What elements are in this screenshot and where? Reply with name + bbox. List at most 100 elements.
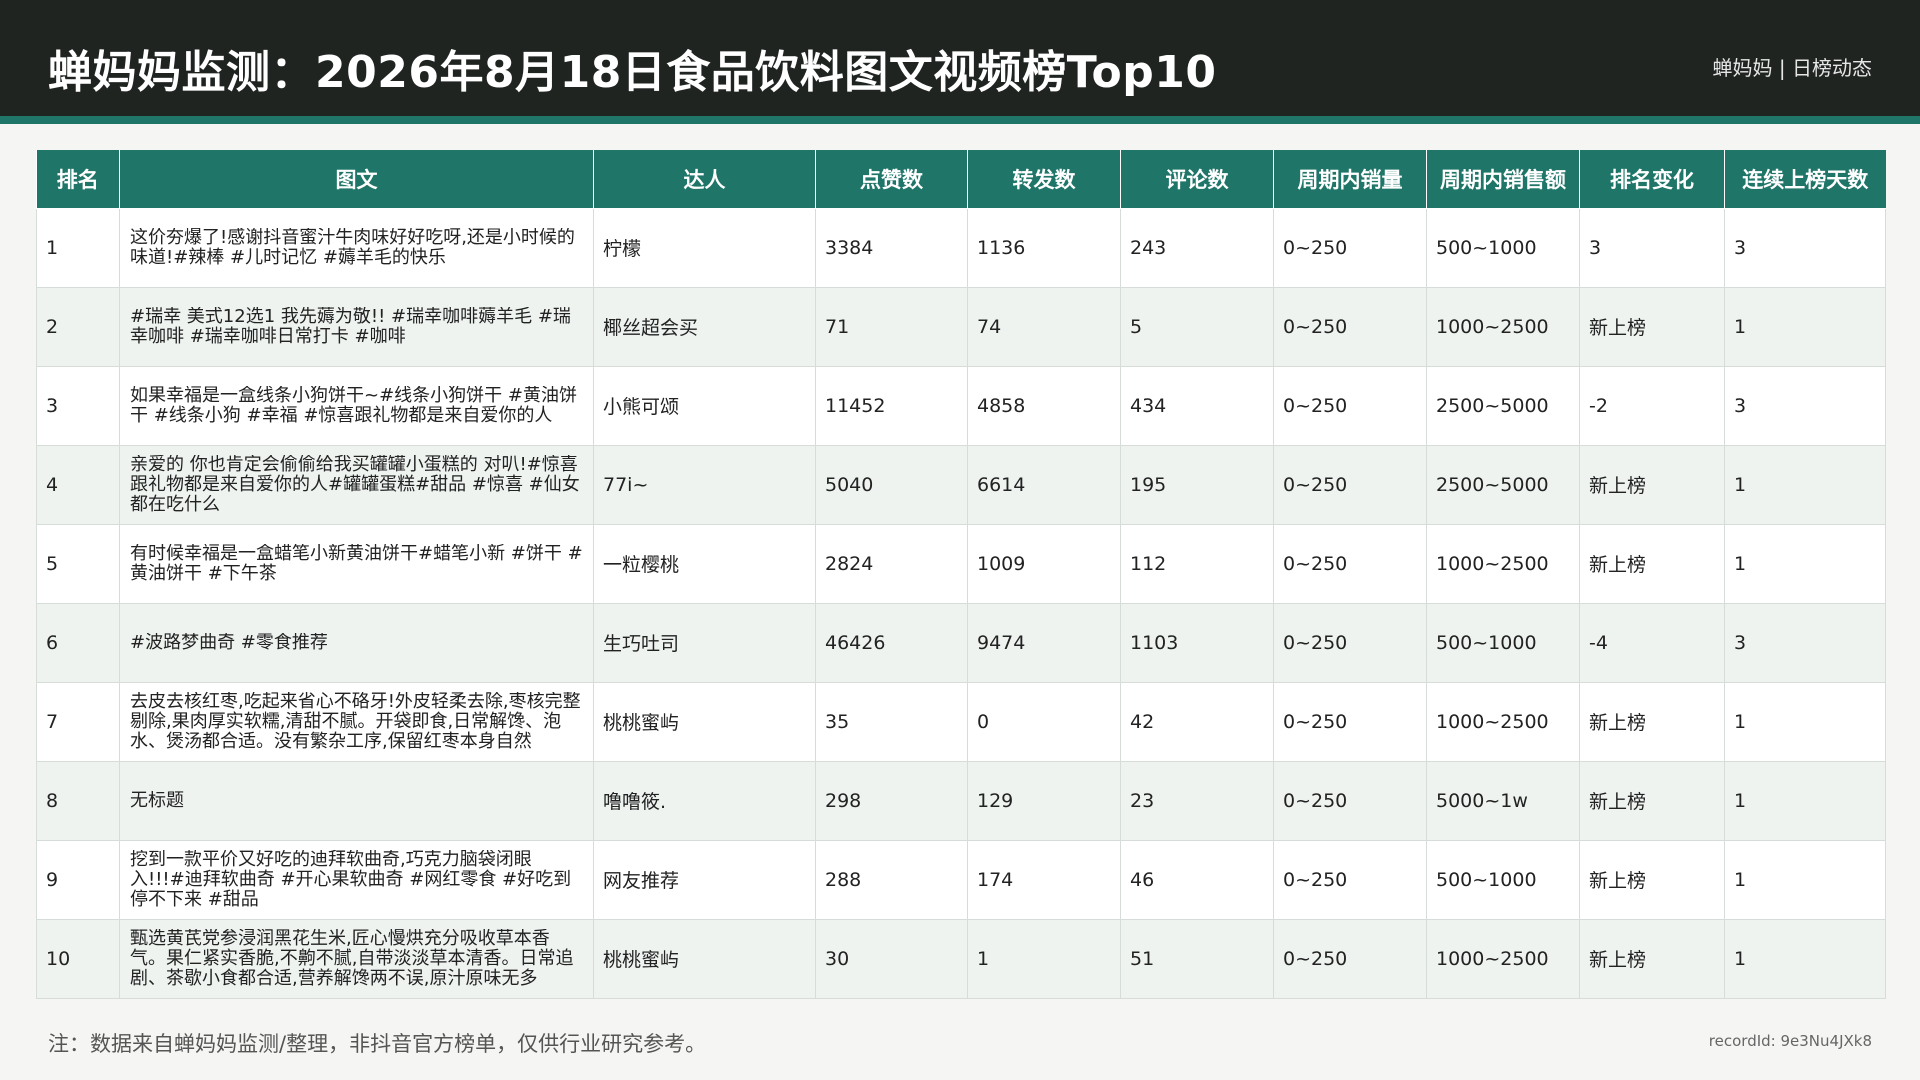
- cell-rank-change: 新上榜: [1579, 761, 1725, 841]
- cell-rank: 3: [36, 366, 120, 446]
- cell-shares: 0: [967, 682, 1121, 762]
- cell-days: 3: [1724, 208, 1886, 288]
- cell-rank: 5: [36, 524, 120, 604]
- cell-comments: 243: [1120, 208, 1274, 288]
- cell-creator: 77i~: [593, 445, 816, 525]
- table-row: 1 这价夯爆了!感谢抖音蜜汁牛肉味好好吃呀,还是小时候的味道!#辣棒 #儿时记忆 …: [36, 208, 1886, 288]
- cell-sales: 500~1000: [1426, 208, 1580, 288]
- cell-days: 3: [1724, 366, 1886, 446]
- cell-volume: 0~250: [1273, 682, 1427, 762]
- cell-rank-change: 新上榜: [1579, 287, 1725, 367]
- cell-rank-change: 3: [1579, 208, 1725, 288]
- cell-shares: 129: [967, 761, 1121, 841]
- table-row: 6 #波路梦曲奇 #零食推荐 生巧吐司 46426 9474 1103 0~250 500~1…: [36, 603, 1886, 683]
- cell-post: 有时候幸福是一盒蜡笔小新黄油饼干#蜡笔小新 #饼干 #黄油饼干 #下午茶: [119, 524, 594, 604]
- post-text: 去皮去核红枣,吃起来省心不硌牙!外皮轻柔去除,枣核完整剔除,果肉厚实软糯,清甜不…: [130, 691, 581, 752]
- cell-volume: 0~250: [1273, 366, 1427, 446]
- cell-rank-change: 新上榜: [1579, 445, 1725, 525]
- cell-creator: 椰丝超会买: [593, 287, 816, 367]
- post-text: 有时候幸福是一盒蜡笔小新黄油饼干#蜡笔小新 #饼干 #黄油饼干 #下午茶: [130, 543, 583, 584]
- cell-post: 这价夯爆了!感谢抖音蜜汁牛肉味好好吃呀,还是小时候的味道!#辣棒 #儿时记忆 #…: [119, 208, 594, 288]
- header-bar: 蝉妈妈监测：2026年8月18日食品饮料图文视频榜Top10 蝉妈妈 | 日榜动…: [0, 0, 1920, 116]
- cell-rank-change: 新上榜: [1579, 919, 1725, 999]
- cell-days: 1: [1724, 840, 1886, 920]
- cell-shares: 74: [967, 287, 1121, 367]
- cell-likes: 35: [815, 682, 968, 762]
- cell-volume: 0~250: [1273, 524, 1427, 604]
- post-text: 这价夯爆了!感谢抖音蜜汁牛肉味好好吃呀,还是小时候的味道!#辣棒 #儿时记忆 #…: [130, 227, 575, 268]
- cell-post: #瑞幸 美式12选1 我先薅为敬!! #瑞幸咖啡薅羊毛 #瑞幸咖啡 #瑞幸咖啡日…: [119, 287, 594, 367]
- cell-creator: 噜噜筱.󠀠: [593, 761, 816, 841]
- cell-comments: 434: [1120, 366, 1274, 446]
- cell-post: 无标题: [119, 761, 594, 841]
- cell-post: 亲爱的 你也肯定会偷偷给我买罐罐小蛋糕的 对叭!#惊喜跟礼物都是来自爱你的人#罐…: [119, 445, 594, 525]
- column-header-volume: 周期内销量: [1273, 150, 1427, 209]
- column-header-post: 图文: [119, 150, 594, 209]
- cell-comments: 51: [1120, 919, 1274, 999]
- cell-shares: 1009: [967, 524, 1121, 604]
- cell-volume: 0~250: [1273, 919, 1427, 999]
- cell-shares: 9474: [967, 603, 1121, 683]
- cell-rank-change: 新上榜: [1579, 840, 1725, 920]
- cell-likes: 3384: [815, 208, 968, 288]
- ranking-table-container: 排名 图文 达人 点赞数 转发数 评论数 周期内销量 周期内销售额 排名变化 连…: [36, 150, 1886, 999]
- cell-comments: 112: [1120, 524, 1274, 604]
- column-header-days: 连续上榜天数: [1724, 150, 1886, 209]
- cell-shares: 1: [967, 919, 1121, 999]
- table-body: 1 这价夯爆了!感谢抖音蜜汁牛肉味好好吃呀,还是小时候的味道!#辣棒 #儿时记忆 …: [36, 208, 1886, 999]
- cell-creator: 生巧吐司: [593, 603, 816, 683]
- cell-comments: 1103: [1120, 603, 1274, 683]
- table-row: 7 去皮去核红枣,吃起来省心不硌牙!外皮轻柔去除,枣核完整剔除,果肉厚实软糯,清甜…: [36, 682, 1886, 762]
- cell-rank: 2: [36, 287, 120, 367]
- cell-creator: 网友推荐: [593, 840, 816, 920]
- column-header-rank-change: 排名变化: [1579, 150, 1725, 209]
- table-row: 8 无标题 噜噜筱.󠀠 298 129 23 0~250 5000~1w 新上榜 1: [36, 761, 1886, 841]
- cell-likes: 71: [815, 287, 968, 367]
- cell-comments: 42: [1120, 682, 1274, 762]
- post-text: 甄选黄芪党参浸润黑花生米,匠心慢烘充分吸收草本香气。果仁紧实香脆,不齁不腻,自带…: [130, 928, 574, 989]
- cell-creator: 桃桃蜜屿: [593, 919, 816, 999]
- record-id: recordId: 9e3Nu4JXk8: [1708, 1032, 1872, 1050]
- cell-creator: 桃桃蜜屿: [593, 682, 816, 762]
- cell-likes: 46426: [815, 603, 968, 683]
- cell-comments: 5: [1120, 287, 1274, 367]
- cell-sales: 1000~2500: [1426, 287, 1580, 367]
- column-header-shares: 转发数: [967, 150, 1121, 209]
- cell-post: 甄选黄芪党参浸润黑花生米,匠心慢烘充分吸收草本香气。果仁紧实香脆,不齁不腻,自带…: [119, 919, 594, 999]
- cell-sales: 500~1000: [1426, 840, 1580, 920]
- column-header-comments: 评论数: [1120, 150, 1274, 209]
- cell-likes: 11452: [815, 366, 968, 446]
- cell-shares: 6614: [967, 445, 1121, 525]
- cell-volume: 0~250: [1273, 840, 1427, 920]
- cell-creator: 一粒樱桃: [593, 524, 816, 604]
- cell-rank: 8: [36, 761, 120, 841]
- cell-days: 1: [1724, 919, 1886, 999]
- cell-sales: 1000~2500: [1426, 919, 1580, 999]
- page-title: 蝉妈妈监测：2026年8月18日食品饮料图文视频榜Top10: [48, 47, 1217, 98]
- cell-likes: 298: [815, 761, 968, 841]
- post-text: 亲爱的 你也肯定会偷偷给我买罐罐小蛋糕的 对叭!#惊喜跟礼物都是来自爱你的人#罐…: [130, 454, 580, 515]
- table-row: 10 甄选黄芪党参浸润黑花生米,匠心慢烘充分吸收草本香气。果仁紧实香脆,不齁不腻,…: [36, 919, 1886, 999]
- cell-volume: 0~250: [1273, 761, 1427, 841]
- cell-sales: 2500~5000: [1426, 445, 1580, 525]
- brand-label: 蝉妈妈 | 日榜动态: [1712, 56, 1872, 80]
- cell-volume: 0~250: [1273, 287, 1427, 367]
- cell-sales: 1000~2500: [1426, 524, 1580, 604]
- cell-creator: 柠檬: [593, 208, 816, 288]
- cell-comments: 23: [1120, 761, 1274, 841]
- header-accent-stripe: [0, 116, 1920, 124]
- cell-volume: 0~250: [1273, 208, 1427, 288]
- table-row: 9 挖到一款平价又好吃的迪拜软曲奇,巧克力脑袋闭眼入!!!#迪拜软曲奇 #开心果软…: [36, 840, 1886, 920]
- cell-rank: 10: [36, 919, 120, 999]
- column-header-sales: 周期内销售额: [1426, 150, 1580, 209]
- column-header-rank: 排名: [36, 150, 120, 209]
- cell-comments: 46: [1120, 840, 1274, 920]
- table-header-row: 排名 图文 达人 点赞数 转发数 评论数 周期内销量 周期内销售额 排名变化 连…: [36, 150, 1886, 209]
- cell-days: 1: [1724, 761, 1886, 841]
- cell-rank-change: -4: [1579, 603, 1725, 683]
- cell-post: 去皮去核红枣,吃起来省心不硌牙!外皮轻柔去除,枣核完整剔除,果肉厚实软糯,清甜不…: [119, 682, 594, 762]
- table-row: 2 #瑞幸 美式12选1 我先薅为敬!! #瑞幸咖啡薅羊毛 #瑞幸咖啡 #瑞幸咖啡…: [36, 287, 1886, 367]
- cell-rank-change: -2: [1579, 366, 1725, 446]
- footnote: 注：数据来自蝉妈妈监测/整理，非抖音官方榜单，仅供行业研究参考。: [48, 1032, 707, 1056]
- cell-sales: 2500~5000: [1426, 366, 1580, 446]
